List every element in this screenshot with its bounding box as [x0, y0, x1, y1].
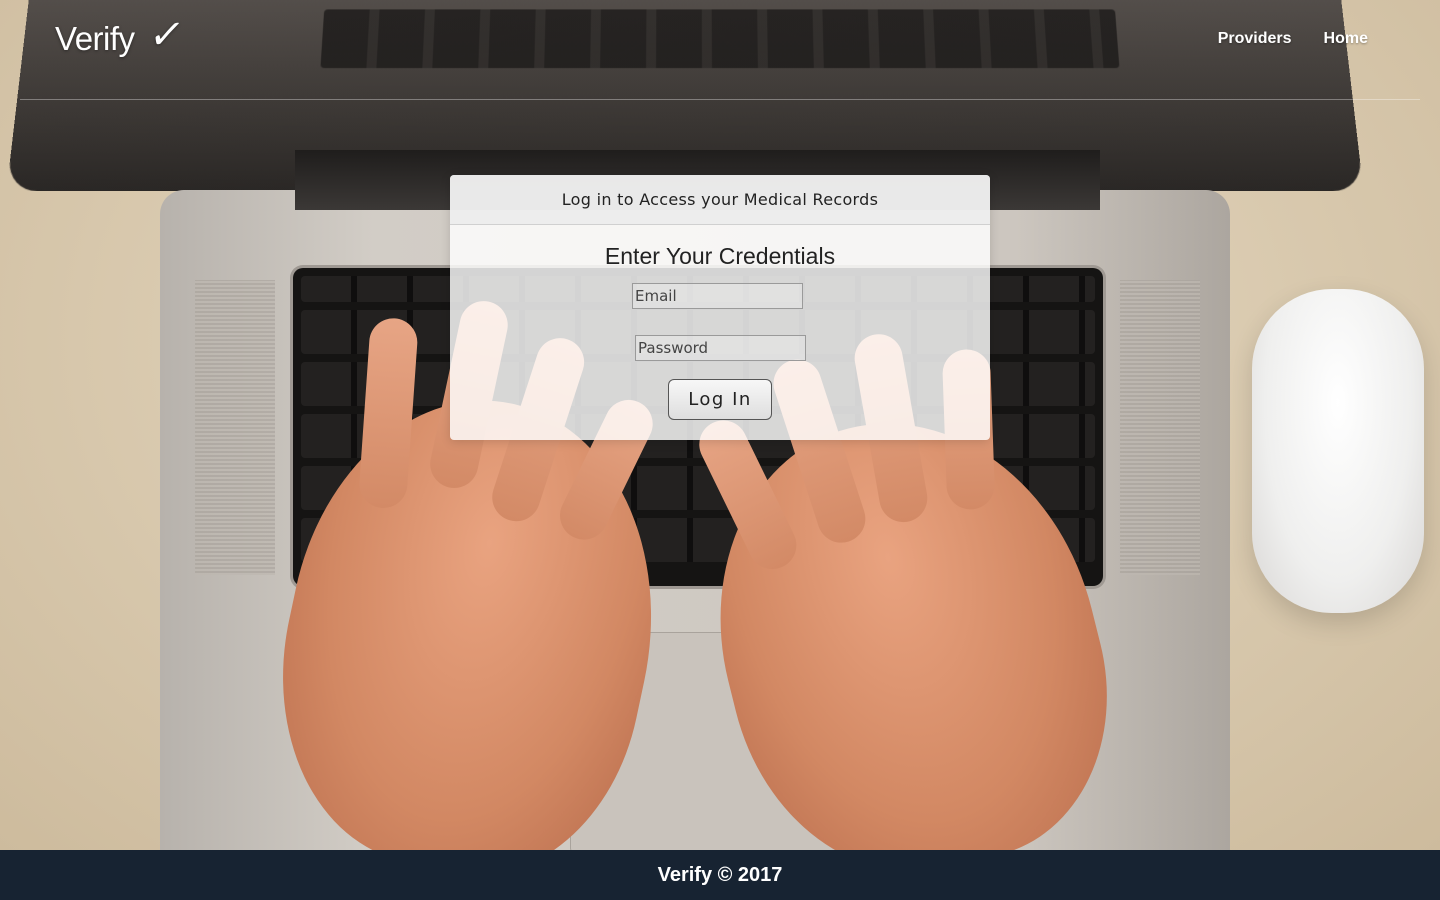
nav-link-home[interactable]: Home [1324, 30, 1368, 48]
nav-link-providers[interactable]: Providers [1218, 30, 1292, 48]
login-button[interactable]: Log In [668, 379, 772, 420]
top-navbar: Verify ✓ Providers Home [20, 0, 1420, 100]
speaker-grille-right [1120, 280, 1200, 575]
brand-logo-text[interactable]: Verify [55, 20, 135, 58]
nav-links: Providers Home [1218, 30, 1368, 48]
footer: Verify © 2017 [0, 850, 1440, 900]
credentials-title: Enter Your Credentials [604, 243, 836, 269]
footer-copyright: Verify © 2017 [657, 863, 783, 886]
login-card: Log in to Access your Medical Records En… [450, 175, 990, 440]
password-field[interactable] [635, 335, 806, 361]
login-card-header: Log in to Access your Medical Records [450, 175, 990, 225]
speaker-grille-left [195, 280, 275, 575]
checkmark-icon: ✓ [145, 12, 188, 58]
email-field[interactable] [632, 283, 803, 309]
mouse [1252, 289, 1424, 613]
